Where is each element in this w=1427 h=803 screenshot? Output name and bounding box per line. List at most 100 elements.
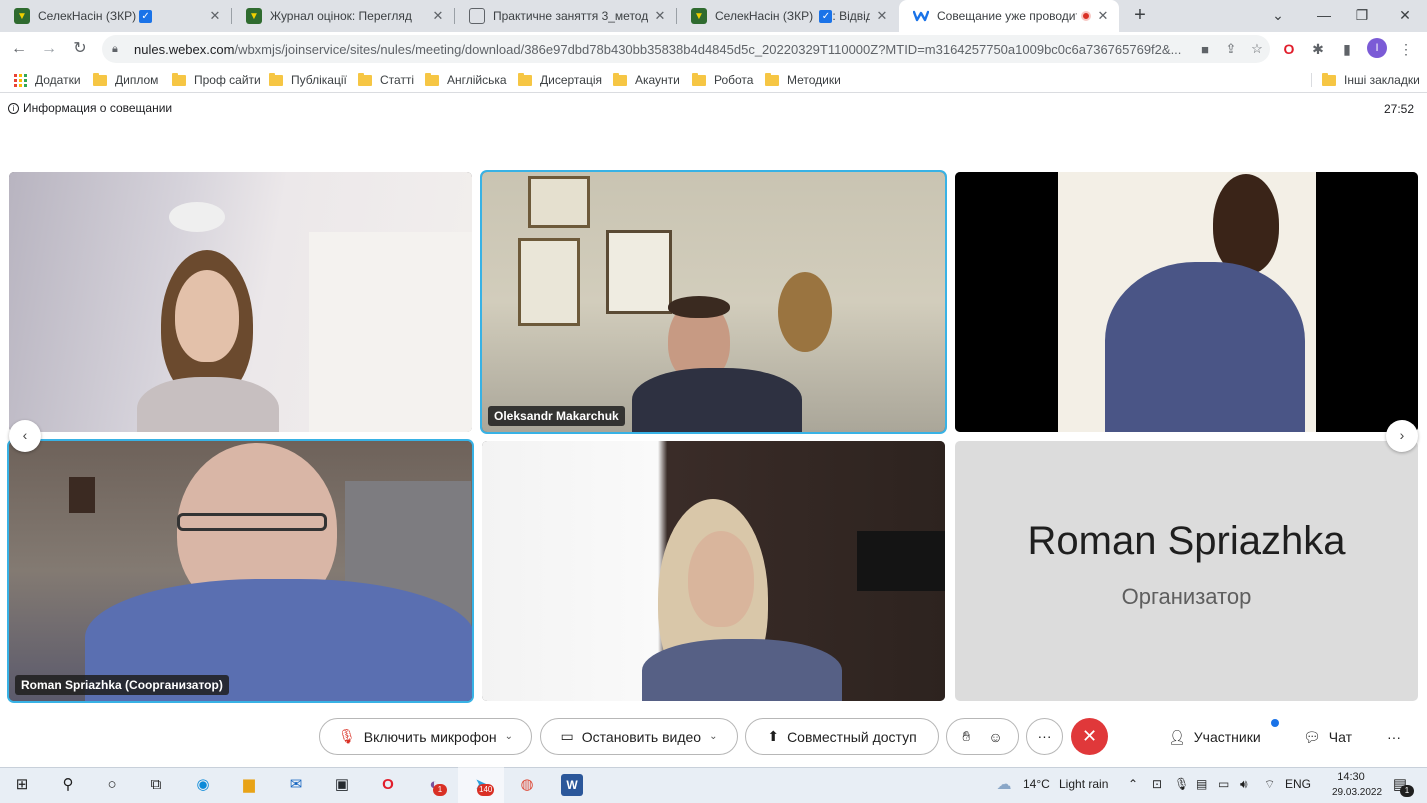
next-page-button[interactable]: › [1386, 420, 1418, 452]
chat-bubble-icon: 💬︎ [1303, 728, 1321, 745]
show-hidden-icons-chevron-icon[interactable]: ⌃ [1128, 777, 1138, 791]
chat-button[interactable]: 💬︎ Чат [1303, 726, 1352, 748]
panel-overflow-button[interactable]: ··· [1387, 726, 1401, 748]
participant-video-tile[interactable] [955, 172, 1418, 432]
raise-hand-icon[interactable]: ✋︎ [962, 728, 970, 745]
weather-icon[interactable]: ☁ [993, 774, 1015, 796]
folder-icon [93, 72, 107, 86]
globe-icon [469, 8, 485, 24]
previous-page-button[interactable]: ‹ [9, 420, 41, 452]
tab-search-icon[interactable]: ⌄ [1256, 0, 1300, 32]
participant-video [482, 441, 945, 701]
unmute-button[interactable]: 🎙︎ Включить микрофон ⌄ [319, 718, 532, 755]
bookmark-folder[interactable]: Робота [692, 71, 753, 89]
shield-icon: ▼ [246, 8, 262, 24]
word-icon[interactable]: W [561, 774, 583, 796]
bookmark-divider [1311, 73, 1312, 87]
tab-selekNasin-1[interactable]: ▼ СелекНасін (ЗКР) ✓ ✕ [0, 0, 231, 32]
apps-grid-icon [14, 73, 27, 87]
tab-webex-active[interactable]: Совещание уже проводитс ✕ [899, 0, 1119, 32]
tab-title: Журнал оцінок: Перегляд [270, 9, 412, 23]
address-bar[interactable]: 🔒︎ nules.webex.com/wbxmjs/joinservice/si… [102, 35, 1270, 63]
cortana-icon[interactable]: ○ [101, 774, 123, 796]
share-icon[interactable]: ⇪ [1218, 41, 1244, 57]
participant-video-tile[interactable]: Roman Spriazhka (Соорганизатор) [9, 441, 472, 701]
stop-video-button[interactable]: ▭ Остановить видео ⌄ [540, 718, 738, 755]
wall-tiles [309, 232, 472, 432]
chevron-down-icon[interactable]: ⌄ [709, 731, 717, 742]
input-language[interactable]: ENG [1285, 777, 1311, 791]
tab-selekNasin-2[interactable]: ▼ СелекНасін (ЗКР) ✓: Відвідува ✕ [677, 0, 898, 32]
tray-app-icon[interactable]: ▤ [1196, 777, 1207, 791]
opera-extension-icon[interactable]: O [1279, 39, 1299, 59]
tab-practical[interactable]: Практичне заняття 3_метод. ре ✕ [455, 0, 676, 32]
more-options-button[interactable]: ··· [1026, 718, 1063, 755]
close-window-button[interactable]: ✕ [1383, 0, 1427, 32]
forward-button[interactable]: → [37, 37, 61, 61]
folder-icon [692, 72, 706, 86]
viber-badge: 1 [433, 784, 447, 796]
maximize-button[interactable]: ❐ [1340, 0, 1384, 32]
system-clock[interactable]: 14:30 29.03.2022 [1332, 769, 1382, 801]
tab-title-suffix: : Відвідува [832, 8, 870, 23]
host-avatar-tile[interactable]: Roman Spriazhka Организатор [955, 441, 1418, 701]
back-button[interactable]: ← [7, 37, 31, 61]
participant-video-tile[interactable] [9, 172, 472, 432]
extensions-puzzle-icon[interactable]: ✱ [1308, 39, 1328, 59]
mail-icon[interactable]: ✉ [285, 774, 307, 796]
bookmark-apps[interactable]: Додатки [14, 71, 81, 89]
chrome-icon[interactable]: ◍ [516, 774, 538, 796]
microphone-tray-icon[interactable]: 🎙︎ [1174, 777, 1189, 791]
profile-avatar[interactable]: I [1367, 38, 1387, 58]
shield-icon: ▼ [691, 8, 707, 24]
opera-icon[interactable]: O [377, 774, 399, 796]
leave-meeting-button[interactable]: ✕ [1071, 718, 1108, 755]
store-icon[interactable]: ▣ [331, 774, 353, 796]
chevron-down-icon[interactable]: ⌄ [505, 731, 513, 742]
bookmark-folder[interactable]: Методики [765, 71, 841, 89]
wifi-icon[interactable]: ⌔ [1264, 777, 1275, 792]
bookmark-folder[interactable]: Акаунти [613, 71, 680, 89]
tray-app-icon[interactable]: ⊡ [1152, 777, 1162, 791]
lock-icon[interactable]: 🔒︎ [112, 43, 126, 56]
wall-photo [69, 477, 95, 513]
weather-condition[interactable]: Light rain [1059, 777, 1108, 791]
close-tab-icon[interactable]: ✕ [430, 8, 446, 24]
bookmark-folder[interactable]: Публікації [269, 71, 347, 89]
tab-journal[interactable]: ▼ Журнал оцінок: Перегляд ✕ [232, 0, 454, 32]
bookmark-folder[interactable]: Диплом [93, 71, 158, 89]
participants-button[interactable]: 👤︎ Участники [1168, 726, 1261, 748]
close-tab-icon[interactable]: ✕ [1095, 8, 1111, 24]
battery-icon[interactable]: ▭ [1218, 777, 1229, 791]
file-explorer-icon[interactable]: ▆ [238, 774, 260, 796]
task-view-icon[interactable]: ⧉ [145, 774, 167, 796]
share-button[interactable]: ⬆︎ Совместный доступ [745, 718, 939, 755]
wall-frame [528, 176, 590, 228]
start-windows-icon[interactable]: ⊞ [11, 774, 33, 796]
participant-video-tile[interactable] [482, 441, 945, 701]
close-tab-icon[interactable]: ✕ [207, 8, 223, 24]
participant-video-tile[interactable]: Oleksandr Makarchuk [482, 172, 945, 432]
volume-icon[interactable]: 🔊︎ [1240, 777, 1248, 792]
checkbox-icon: ✓ [819, 10, 833, 24]
meeting-info-label: Информация о совещании [23, 101, 173, 115]
meeting-info-link[interactable]: i Информация о совещании [8, 101, 172, 115]
menu-kebab-icon[interactable]: ⋮ [1396, 39, 1416, 59]
reload-button[interactable]: ↻ [68, 37, 92, 61]
bookmark-folder[interactable]: Дисертація [518, 71, 602, 89]
close-tab-icon[interactable]: ✕ [652, 8, 668, 24]
weather-temperature[interactable]: 14°C [1023, 777, 1050, 791]
close-tab-icon[interactable]: ✕ [874, 8, 890, 24]
new-tab-button[interactable]: + [1128, 4, 1152, 28]
reactions-emoji-icon[interactable]: ☺ [988, 729, 1002, 745]
edge-icon[interactable]: ◉ [192, 774, 214, 796]
side-panel-icon[interactable]: ▮ [1337, 39, 1357, 59]
search-icon[interactable]: ⚲ [57, 774, 79, 796]
bookmark-star-icon[interactable]: ☆ [1244, 41, 1270, 57]
wall-frame [518, 238, 580, 326]
bookmark-folder[interactable]: Проф сайти [172, 71, 261, 89]
camera-icon[interactable]: ■ [1192, 42, 1218, 57]
other-bookmarks[interactable]: Інші закладки [1322, 71, 1420, 89]
bookmark-folder[interactable]: Англійська [425, 71, 507, 89]
bookmark-folder[interactable]: Статті [358, 71, 414, 89]
